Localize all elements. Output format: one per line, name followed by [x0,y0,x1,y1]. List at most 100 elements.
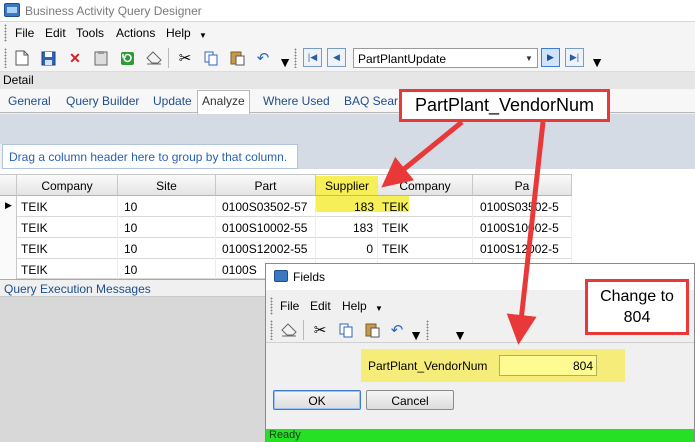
column-header-company-2[interactable]: Company [378,174,473,196]
cell-company[interactable]: TEIK [21,259,118,280]
main-toolbar: ✕ ✂ ↶ ▼ |◀ ◀ PartPlantUpdate ▼ ▶ ▶| ▼ [0,44,695,72]
delete-icon[interactable]: ✕ [66,49,84,67]
cancel-button[interactable]: Cancel [366,390,454,410]
cut-icon[interactable]: ✂ [311,321,329,339]
cell-part-2[interactable]: 0100S03502-5 [480,196,572,217]
status-text: Ready [269,429,301,441]
fields-dialog-icon [274,270,288,282]
menu-actions[interactable]: Actions [116,26,155,40]
toolbar-grip-2 [294,48,297,68]
first-record-button[interactable]: |◀ [303,48,322,67]
callout-change-line-2: 804 [623,309,651,326]
tab-baq-search[interactable]: BAQ Sear [344,94,398,108]
column-header-site[interactable]: Site [118,174,216,196]
last-record-button[interactable]: ▶| [565,48,584,67]
table-row[interactable]: TEIK 10 0100S10002-55 183 TEIK 0100S1000… [0,217,572,238]
group-by-hint: Drag a column header here to group by th… [9,150,288,164]
cell-company-2[interactable]: TEIK [382,238,473,259]
menu-file[interactable]: File [15,26,34,40]
menu-edit[interactable]: Edit [45,26,66,40]
fields-menu-edit[interactable]: Edit [310,299,331,313]
tab-query-builder[interactable]: Query Builder [66,94,139,108]
cell-company[interactable]: TEIK [21,217,118,238]
cell-site[interactable]: 10 [124,259,216,280]
fields-toolbar-grip [270,320,273,340]
menu-tools[interactable]: Tools [76,26,104,40]
fields-menu-overflow-icon[interactable]: ▼ [375,304,383,313]
ok-button[interactable]: OK [273,390,361,410]
row-selector[interactable] [0,238,17,259]
paste-icon[interactable] [228,49,246,67]
fields-menu-file[interactable]: File [280,299,299,313]
next-record-button[interactable]: ▶ [541,48,560,67]
refresh-icon[interactable] [118,49,136,67]
fields-toolbar-caret-icon[interactable]: ▼ [407,326,425,344]
new-file-icon[interactable] [13,49,31,67]
previous-record-button[interactable]: ◀ [327,48,346,67]
fields-dialog-title: Fields [293,270,326,284]
cell-part-2[interactable]: 0100S12002-5 [480,238,572,259]
cell-supplier[interactable]: 0 [316,238,378,259]
column-header-supplier[interactable]: Supplier [316,174,378,196]
row-selector-header [0,174,17,196]
column-header-company[interactable]: Company [17,174,118,196]
menu-bar: File Edit Tools Actions Help ▼ [0,22,695,44]
cell-supplier[interactable]: 183 [316,217,378,238]
eraser-icon[interactable] [280,321,298,339]
menu-help[interactable]: Help [166,26,191,40]
cell-part[interactable]: 0100S10002-55 [222,217,316,238]
window-title: Business Activity Query Designer [25,4,202,18]
cell-company-2[interactable]: TEIK [382,217,473,238]
menu-overflow-icon[interactable]: ▼ [199,31,207,40]
fields-toolbar-overflow-icon[interactable]: ▼ [451,326,469,344]
cell-part[interactable]: 0100S03502-57 [222,196,316,217]
row-selector[interactable]: ▶ [0,196,17,217]
title-bar: Business Activity Query Designer [0,0,695,22]
cut-icon[interactable]: ✂ [176,49,194,67]
undo-icon[interactable]: ↶ [388,321,406,339]
undo-icon[interactable]: ↶ [254,49,272,67]
paste-icon[interactable] [363,321,381,339]
cell-supplier[interactable]: 183 [316,196,378,217]
save-icon[interactable] [39,49,57,67]
table-row[interactable]: TEIK 10 0100S12002-55 0 TEIK 0100S12002-… [0,238,572,259]
tab-where-used[interactable]: Where Used [263,94,330,108]
eraser-icon[interactable] [145,49,163,67]
current-row-icon: ▶ [5,200,12,210]
group-by-panel[interactable]: Drag a column header here to group by th… [2,144,298,169]
fields-menu-help[interactable]: Help [342,299,367,313]
cell-site[interactable]: 10 [124,196,216,217]
copy-icon[interactable] [202,49,220,67]
vendor-num-input[interactable]: 804 [499,355,597,376]
column-header-part[interactable]: Part [216,174,316,196]
field-edit-panel: PartPlant_VendorNum 804 [361,349,625,382]
nav-overflow-icon[interactable]: ▼ [588,53,606,71]
cell-site[interactable]: 10 [124,238,216,259]
cell-company[interactable]: TEIK [21,238,118,259]
cell-part[interactable]: 0100S12002-55 [222,238,316,259]
clipboard-icon[interactable] [92,49,110,67]
copy-icon[interactable] [337,321,355,339]
app-icon [4,3,20,17]
table-row[interactable]: ▶ TEIK 10 0100S03502-57 183 TEIK 0100S03… [0,196,572,217]
field-label: PartPlant_VendorNum [368,359,488,373]
cell-site[interactable]: 10 [124,217,216,238]
tab-analyze[interactable]: Analyze [197,90,250,114]
group-by-panel-background [298,144,695,169]
tab-update[interactable]: Update [153,94,192,108]
menu-grip [4,24,7,42]
cell-part-2[interactable]: 0100S10002-5 [480,217,572,238]
tab-general[interactable]: General [8,94,51,108]
row-selector[interactable] [0,259,17,279]
callout-field-name: PartPlant_VendorNum [399,89,610,122]
cell-company[interactable]: TEIK [21,196,118,217]
column-header-part-2[interactable]: Pa [473,174,572,196]
row-selector[interactable] [0,217,17,238]
cell-company-2[interactable]: TEIK [382,196,473,217]
messages-panel [0,297,270,442]
toolbar-overflow-icon[interactable]: ▼ [276,53,294,71]
messages-panel-title: Query Execution Messages [4,282,151,296]
chevron-down-icon[interactable]: ▼ [521,49,537,67]
fields-toolbar-separator [303,320,304,340]
record-selector[interactable]: PartPlantUpdate ▼ [353,48,538,68]
